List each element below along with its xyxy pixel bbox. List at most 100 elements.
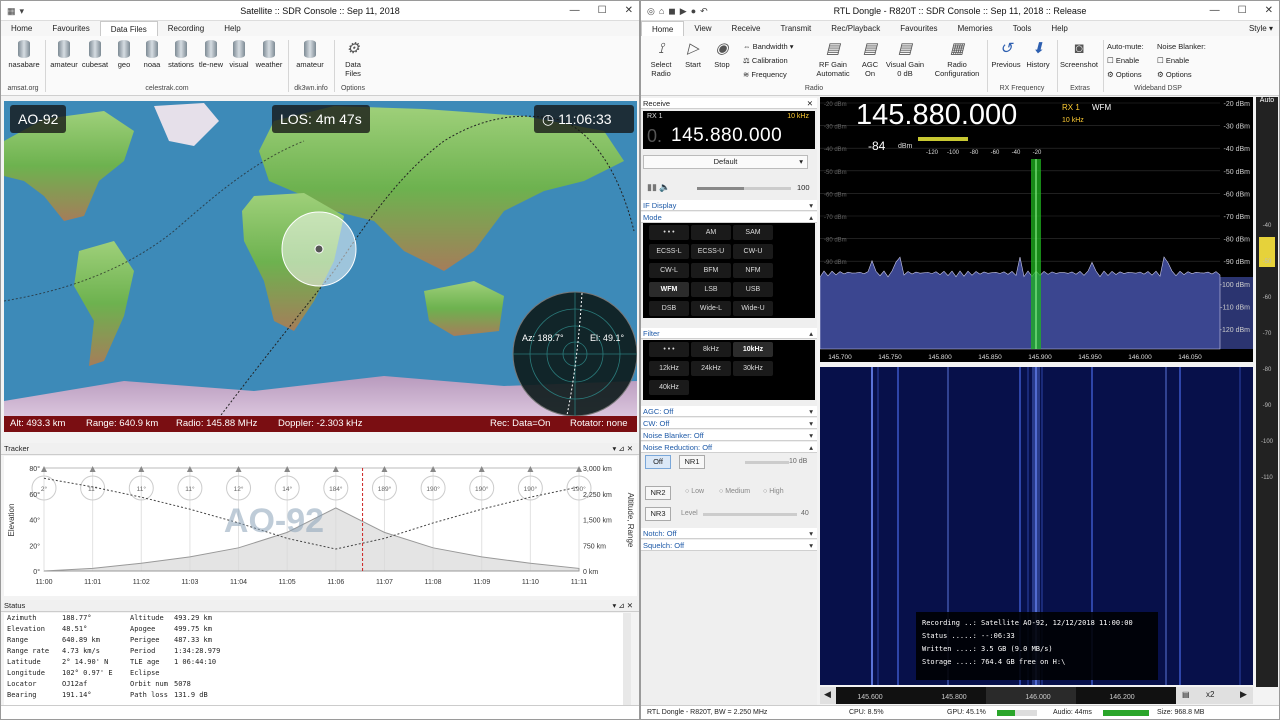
auto-scale-button[interactable]: Auto bbox=[1256, 97, 1278, 107]
display-mode-icon[interactable]: ▤ bbox=[1182, 690, 1190, 699]
mode-button[interactable]: Wide-U bbox=[733, 301, 773, 316]
scroll-right-icon[interactable]: ▶ bbox=[1240, 689, 1247, 700]
nr3-button[interactable]: NR3 bbox=[645, 507, 671, 521]
tracker-chart[interactable]: 11:00 2° 11:01 11° 11:02 11° 11:03 11° 11:04 12° 1… bbox=[4, 456, 637, 596]
cubesat-button[interactable]: cubesat bbox=[80, 40, 110, 69]
scroll-left-icon[interactable]: ◀ bbox=[824, 689, 831, 700]
tab-view[interactable]: View bbox=[684, 21, 721, 36]
undo-icon[interactable]: ↶ bbox=[700, 1, 708, 21]
tab-memories[interactable]: Memories bbox=[948, 21, 1003, 36]
minimize-icon[interactable]: — bbox=[570, 1, 580, 21]
mode-button[interactable]: CW-L bbox=[649, 263, 689, 278]
amateur-button[interactable]: amateur bbox=[49, 40, 79, 69]
frequency-button[interactable]: ≋ Frequency bbox=[743, 68, 793, 82]
weather-button[interactable]: weather bbox=[253, 40, 285, 69]
mode-button[interactable]: WFM bbox=[649, 282, 689, 297]
mode-button[interactable]: Wide-L bbox=[691, 301, 731, 316]
world-map[interactable]: AO-92 LOS: 4m 47s ◷ 11:06:33 Az: 188.7° … bbox=[4, 101, 637, 432]
noise-blanker-enable-checkbox[interactable]: ☐ Enable bbox=[1157, 54, 1206, 68]
auto-mute-options[interactable]: ⚙ Options bbox=[1107, 68, 1144, 82]
record-icon[interactable]: ● bbox=[691, 1, 696, 21]
style-menu[interactable]: Style ▾ bbox=[1249, 21, 1273, 36]
tab-favourites[interactable]: Favourites bbox=[890, 21, 947, 36]
noaa-button[interactable]: noaa bbox=[139, 40, 165, 69]
nr2-low-radio[interactable]: ○ Low bbox=[685, 488, 704, 495]
mode-button[interactable]: SAM bbox=[733, 225, 773, 240]
preset-dropdown[interactable]: Default ▾ bbox=[643, 155, 808, 169]
volume-slider[interactable] bbox=[697, 187, 791, 190]
quick-access-dropdown[interactable]: ▾ bbox=[20, 1, 25, 21]
tab-data-files[interactable]: Data Files bbox=[99, 21, 158, 36]
nr-off-button[interactable]: Off bbox=[645, 455, 671, 469]
play-icon[interactable]: ▶ bbox=[680, 1, 687, 21]
mode-button[interactable]: ECSS-L bbox=[649, 244, 689, 259]
mode-header[interactable]: Mode ▴ bbox=[641, 212, 817, 223]
visual-gain-button[interactable]: ▤ Visual Gain 0 dB bbox=[885, 40, 925, 78]
mode-button[interactable]: • • • bbox=[649, 225, 689, 240]
spectrum-display[interactable]: -20 dBm -20 dBm -30 dBm -30 dBm -40 dBm -40 d… bbox=[820, 97, 1253, 362]
filter-button[interactable]: 10kHz bbox=[733, 342, 773, 357]
nr2-button[interactable]: NR2 bbox=[645, 486, 671, 500]
pane-controls[interactable]: ▾ ⊿ ✕ bbox=[612, 443, 633, 455]
nr3-level-slider[interactable] bbox=[703, 513, 797, 516]
app-icon[interactable]: ▦ bbox=[7, 1, 16, 21]
maximize-icon[interactable]: ☐ bbox=[1238, 1, 1247, 21]
nr2-high-radio[interactable]: ○ High bbox=[763, 488, 784, 495]
geo-button[interactable]: geo bbox=[111, 40, 137, 69]
previous-button[interactable]: ↺ Previous bbox=[990, 40, 1022, 69]
radio-configuration-button[interactable]: ▦ Radio Configuration bbox=[929, 40, 985, 78]
select-radio-button[interactable]: ⟟ Select Radio bbox=[647, 40, 675, 78]
stop-icon[interactable]: ◼ bbox=[668, 1, 675, 21]
tab-transmit[interactable]: Transmit bbox=[770, 21, 821, 36]
dk3wn-amateur-button[interactable]: amateur bbox=[292, 40, 328, 69]
agc-button[interactable]: ▤ AGC On bbox=[857, 40, 883, 78]
nr2-medium-radio[interactable]: ○ Medium bbox=[719, 488, 750, 495]
notch-header[interactable]: Notch: Off ▾ bbox=[641, 528, 817, 539]
visual-scale[interactable]: Auto -40 -50 -60 -70 -80 -90 -100 -110 bbox=[1256, 97, 1278, 687]
noise-reduction-header[interactable]: Noise Reduction: Off ▴ bbox=[641, 442, 817, 453]
home-icon[interactable]: ⌂ bbox=[659, 1, 664, 21]
frequency-display[interactable]: RX 1 10 kHz 0. 145.880.000 bbox=[643, 111, 815, 149]
filter-button[interactable]: 12kHz bbox=[649, 361, 689, 376]
speaker-icon[interactable]: ▮▮ 🔈 bbox=[647, 182, 671, 193]
waterfall-display[interactable]: Recording ..: Satellite AO-92, 12/12/201… bbox=[820, 367, 1253, 685]
mode-button[interactable]: LSB bbox=[691, 282, 731, 297]
filter-header[interactable]: Filter ▴ bbox=[641, 328, 817, 339]
bandwidth-button[interactable]: ⇔ Bandwidth ▾ bbox=[743, 40, 793, 54]
tab-home[interactable]: Home bbox=[641, 21, 685, 36]
tab-help[interactable]: Help bbox=[214, 21, 250, 36]
tab-favourites[interactable]: Favourites bbox=[42, 21, 99, 36]
noise-blanker-options[interactable]: ⚙ Options bbox=[1157, 68, 1206, 82]
start-button[interactable]: ▷ Start bbox=[679, 40, 707, 69]
stations-button[interactable]: stations bbox=[166, 40, 196, 69]
mode-button[interactable]: NFM bbox=[733, 263, 773, 278]
calibration-button[interactable]: ⚖ Calibration bbox=[743, 54, 793, 68]
mode-button[interactable]: BFM bbox=[691, 263, 731, 278]
frequency-navigator[interactable]: ◀ 145.600 145.800 146.000 146.200 ▤ x2 ▶ bbox=[820, 687, 1253, 704]
mode-button[interactable]: USB bbox=[733, 282, 773, 297]
app-icon[interactable]: ◎ bbox=[647, 1, 655, 21]
history-button[interactable]: ⬇ History bbox=[1023, 40, 1053, 69]
tab-home[interactable]: Home bbox=[1, 21, 42, 36]
auto-mute-enable-checkbox[interactable]: ☐ Enable bbox=[1107, 54, 1144, 68]
zoom-level[interactable]: x2 bbox=[1206, 690, 1214, 699]
maximize-icon[interactable]: ☐ bbox=[598, 1, 607, 21]
status-scrollbar[interactable] bbox=[623, 613, 631, 705]
pane-controls[interactable]: ▾ ⊿ ✕ bbox=[612, 600, 633, 612]
minimize-icon[interactable]: — bbox=[1210, 1, 1220, 21]
cw-header[interactable]: CW: Off ▾ bbox=[641, 418, 817, 429]
tle-new-button[interactable]: tle-new bbox=[197, 40, 225, 69]
mode-button[interactable]: CW-U bbox=[733, 244, 773, 259]
rf-gain-button[interactable]: ▤ RF Gain Automatic bbox=[813, 40, 853, 78]
squelch-header[interactable]: Squelch: Off ▾ bbox=[641, 540, 817, 551]
filter-button[interactable]: 30kHz bbox=[733, 361, 773, 376]
filter-button[interactable]: 24kHz bbox=[691, 361, 731, 376]
stop-button[interactable]: ◉ Stop bbox=[708, 40, 736, 69]
tab-receive[interactable]: Receive bbox=[722, 21, 771, 36]
close-icon[interactable]: ✕ bbox=[1265, 1, 1273, 21]
tab-tools[interactable]: Tools bbox=[1003, 21, 1042, 36]
mode-button[interactable]: DSB bbox=[649, 301, 689, 316]
visual-button[interactable]: visual bbox=[226, 40, 252, 69]
noise-blanker-header[interactable]: Noise Blanker: Off ▾ bbox=[641, 430, 817, 441]
if-display-header[interactable]: IF Display ▾ bbox=[641, 200, 817, 211]
